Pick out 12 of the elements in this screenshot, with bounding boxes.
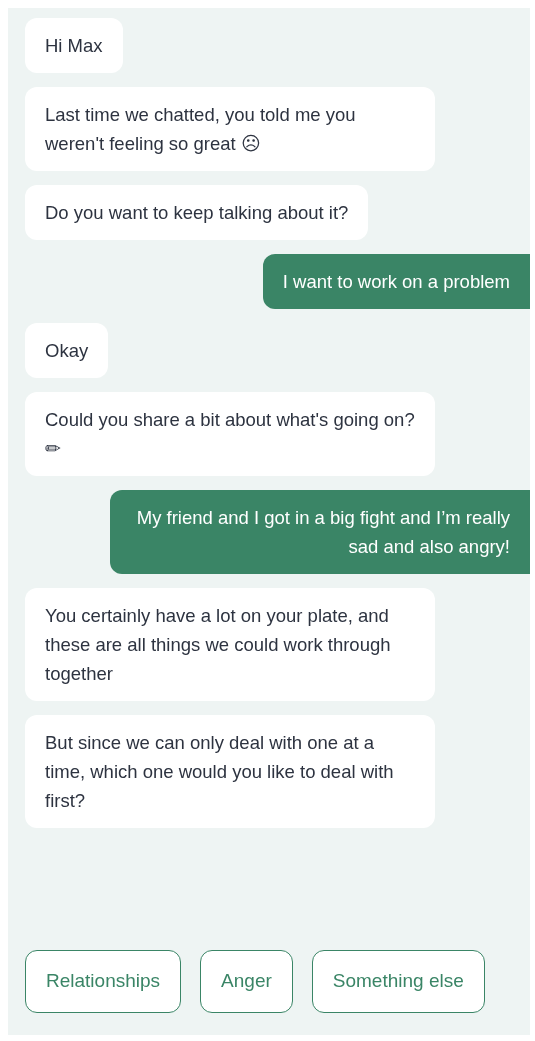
bot-message: You certainly have a lot on your plate, and these are all things we could work through together xyxy=(25,588,435,701)
quick-reply-button[interactable]: Relationships xyxy=(25,950,182,1013)
bot-message: Do you want to keep talking about it? xyxy=(25,185,369,240)
quick-reply-button[interactable]: Anger xyxy=(200,950,293,1013)
user-message: My friend and I got in a big fight and I’m really sad and also angry! xyxy=(110,490,530,574)
user-message: I want to work on a problem xyxy=(262,254,530,309)
bot-message: Could you share a bit about what's going on? ✏ xyxy=(25,392,435,476)
bot-message: But since we can only deal with one at a time, which one would you like to deal with first? xyxy=(25,715,435,828)
bot-message: Last time we chatted, you told me you weren't feeling so great ☹ xyxy=(25,87,435,171)
bot-message: Okay xyxy=(25,323,109,378)
quick-reply-button[interactable]: Something else xyxy=(311,950,485,1013)
bot-message: Hi Max xyxy=(25,18,123,73)
